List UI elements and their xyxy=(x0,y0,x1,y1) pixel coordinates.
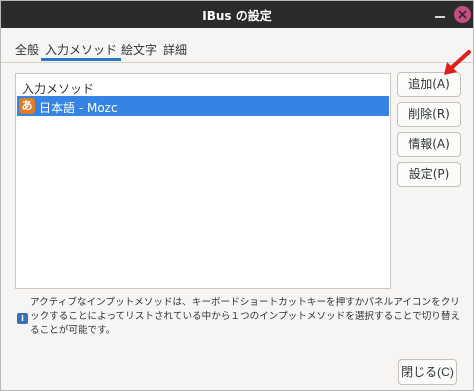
title-bar: IBus の設定 xyxy=(1,1,473,28)
tab-advanced[interactable]: 詳細 xyxy=(159,39,191,61)
input-method-list[interactable]: 入力メソッド あ 日本語 - Mozc xyxy=(15,73,391,289)
minimize-icon[interactable] xyxy=(432,7,448,23)
info-icon: i xyxy=(17,313,28,324)
red-arrow-annotation xyxy=(444,50,471,75)
input-method-name: 日本語 - Mozc xyxy=(39,101,118,115)
tab-input-method[interactable]: 入力メソッド xyxy=(41,39,122,61)
list-item[interactable]: あ 日本語 - Mozc xyxy=(17,96,389,116)
close-x-glyph xyxy=(458,10,467,19)
close-button[interactable]: 閉じる(C) xyxy=(398,359,457,385)
tab-general[interactable]: 全般 xyxy=(11,39,43,61)
tab-emoji[interactable]: 絵文字 xyxy=(117,39,161,61)
list-header: 入力メソッド xyxy=(22,82,95,96)
window-title: IBus の設定 xyxy=(202,9,272,23)
input-method-page: 入力メソッド あ 日本語 - Mozc 追加(A) 削除(R) 情報(A) 設定… xyxy=(4,63,470,350)
info-message: アクティブなインプットメソッドは、キーボードショートカットキーを押すかパネルアイ… xyxy=(30,297,461,336)
close-icon[interactable] xyxy=(454,6,471,23)
remove-button[interactable]: 削除(R) xyxy=(397,102,461,127)
info-button[interactable]: 情報(A) xyxy=(397,132,461,157)
settings-button[interactable]: 設定(P) xyxy=(397,162,461,187)
mozc-hiragana-icon: あ xyxy=(19,98,35,114)
ibus-preferences-window: IBus の設定 全般 入力メソッド 絵文字 詳細 入力メソッド あ 日本語 -… xyxy=(0,0,474,391)
